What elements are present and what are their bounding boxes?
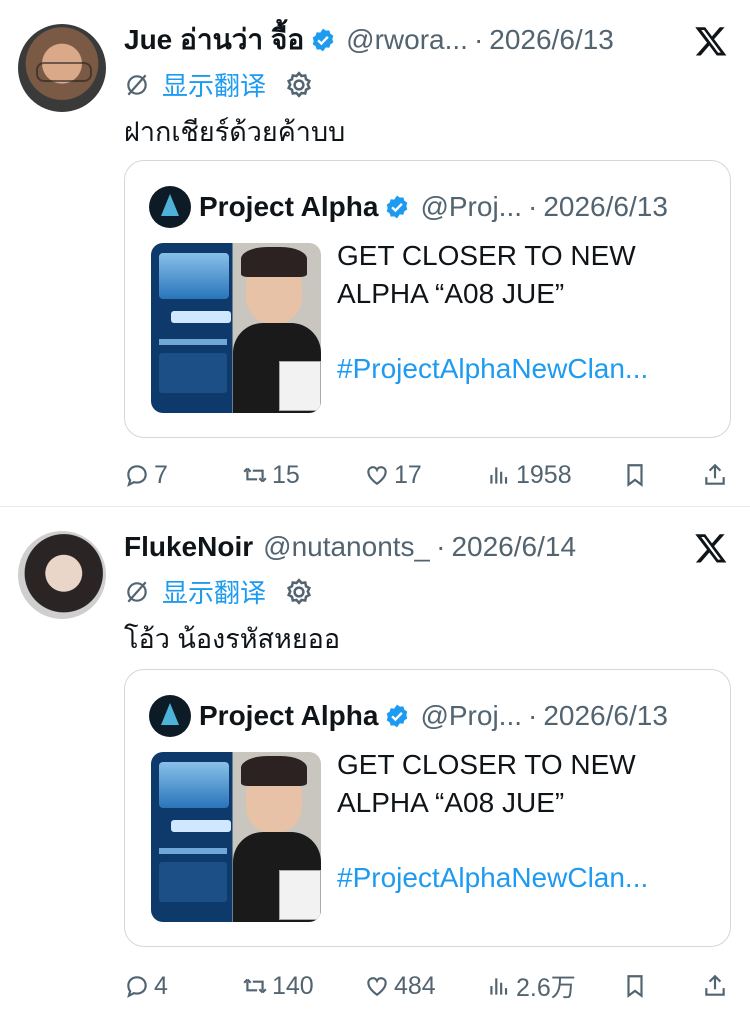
action-bar: 7 15 17 1958 <box>124 458 728 492</box>
bookmark-button[interactable] <box>622 458 652 492</box>
author-handle[interactable]: @rwora... <box>346 24 468 56</box>
retweet-button[interactable]: 140 <box>242 969 314 1003</box>
like-icon <box>367 466 387 485</box>
tweet[interactable]: Jue อ่านว่า จื้อ @rwora... · 2026/6/13 显… <box>0 0 750 506</box>
reply-button[interactable]: 7 <box>124 458 168 492</box>
quoted-tweet[interactable]: Project Alpha @Proj... · 2026/6/13 GET C… <box>124 160 731 438</box>
action-bar: 4 140 484 2.6万 <box>124 969 728 1003</box>
separator-dot: · <box>436 531 446 562</box>
quoted-text: GET CLOSER TO NEW ALPHA “A08 JUE” <box>337 749 636 818</box>
share-icon <box>705 463 725 485</box>
like-count: 484 <box>394 971 436 1000</box>
like-button[interactable]: 484 <box>364 969 436 1003</box>
author-handle[interactable]: @nutanonts_ <box>263 531 430 563</box>
show-translation[interactable]: 显示翻译 <box>124 573 314 610</box>
x-logo-icon[interactable] <box>694 531 728 565</box>
gear-icon[interactable] <box>284 577 314 607</box>
verified-badge-icon <box>312 28 334 52</box>
tweet[interactable]: FlukeNoir @nutanonts_ · 2026/6/14 显示翻译 โ… <box>0 506 750 1010</box>
separator-dot: · <box>528 700 538 731</box>
reply-count: 4 <box>154 971 168 1000</box>
like-icon <box>367 977 387 996</box>
views-icon <box>490 978 508 995</box>
separator-dot: · <box>473 24 484 55</box>
x-logo-icon[interactable] <box>694 24 728 58</box>
tweet-header: Jue อ่านว่า จื้อ @rwora... · 2026/6/13 <box>124 22 670 58</box>
avatar[interactable] <box>18 24 106 112</box>
views-button[interactable]: 1958 <box>486 458 572 492</box>
reply-count: 7 <box>154 460 168 489</box>
author-name[interactable]: FlukeNoir <box>124 531 253 563</box>
quoted-hashtag[interactable]: #ProjectAlphaNewClan... <box>337 862 709 894</box>
like-button[interactable]: 17 <box>364 458 422 492</box>
views-count: 1958 <box>516 460 572 489</box>
tweet-date[interactable]: 2026/6/13 <box>489 24 614 56</box>
share-button[interactable] <box>702 458 732 492</box>
retweet-icon <box>243 978 267 994</box>
retweet-icon <box>243 467 267 483</box>
bookmark-icon <box>627 975 643 998</box>
avatar[interactable] <box>18 531 106 619</box>
quoted-text: GET CLOSER TO NEW ALPHA “A08 JUE” <box>337 240 636 309</box>
show-translation[interactable]: 显示翻译 <box>124 66 314 103</box>
reply-icon <box>127 976 147 998</box>
translate-label[interactable]: 显示翻译 <box>162 573 266 610</box>
share-button[interactable] <box>702 969 732 1003</box>
bookmark-icon <box>627 464 643 487</box>
quoted-avatar[interactable] <box>149 695 191 737</box>
translate-icon <box>127 581 147 602</box>
quoted-date[interactable]: 2026/6/13 <box>543 700 668 732</box>
tweet-date[interactable]: 2026/6/14 <box>451 531 576 563</box>
quoted-author-handle[interactable]: @Proj... <box>420 700 522 732</box>
quoted-avatar[interactable] <box>149 186 191 228</box>
quoted-author-name[interactable]: Project Alpha <box>199 191 378 223</box>
quoted-header: Project Alpha @Proj... · 2026/6/13 <box>149 694 706 738</box>
gear-icon[interactable] <box>284 70 314 100</box>
quoted-author-handle[interactable]: @Proj... <box>420 191 522 223</box>
retweet-count: 140 <box>272 971 314 1000</box>
translate-icon <box>127 74 147 95</box>
author-name[interactable]: Jue อ่านว่า จื้อ <box>124 18 304 62</box>
views-count: 2.6万 <box>516 974 576 1002</box>
verified-badge-icon <box>387 704 408 728</box>
like-count: 17 <box>394 460 422 489</box>
quoted-tweet[interactable]: Project Alpha @Proj... · 2026/6/13 GET C… <box>124 669 731 947</box>
bookmark-button[interactable] <box>622 969 652 1003</box>
share-icon <box>705 974 725 996</box>
quoted-media-thumbnail[interactable] <box>151 243 321 413</box>
verified-badge-icon <box>387 195 408 219</box>
retweet-button[interactable]: 15 <box>242 458 300 492</box>
tweet-text: ฝากเชียร์ด้วยค้าบบ <box>124 117 346 147</box>
quoted-media-thumbnail[interactable] <box>151 752 321 922</box>
tweet-text: โอ้ว น้องรหัสหยออ <box>124 624 341 654</box>
quoted-author-name[interactable]: Project Alpha <box>199 700 378 732</box>
views-button[interactable]: 2.6万 <box>486 969 576 1003</box>
views-icon <box>490 467 508 484</box>
translate-label[interactable]: 显示翻译 <box>162 66 266 103</box>
quoted-date[interactable]: 2026/6/13 <box>543 191 668 223</box>
reply-button[interactable]: 4 <box>124 969 168 1003</box>
quoted-header: Project Alpha @Proj... · 2026/6/13 <box>149 185 706 229</box>
separator-dot: · <box>528 191 538 222</box>
reply-icon <box>127 465 147 487</box>
quoted-hashtag[interactable]: #ProjectAlphaNewClan... <box>337 353 709 385</box>
tweet-header: FlukeNoir @nutanonts_ · 2026/6/14 <box>124 529 670 565</box>
retweet-count: 15 <box>272 460 300 489</box>
